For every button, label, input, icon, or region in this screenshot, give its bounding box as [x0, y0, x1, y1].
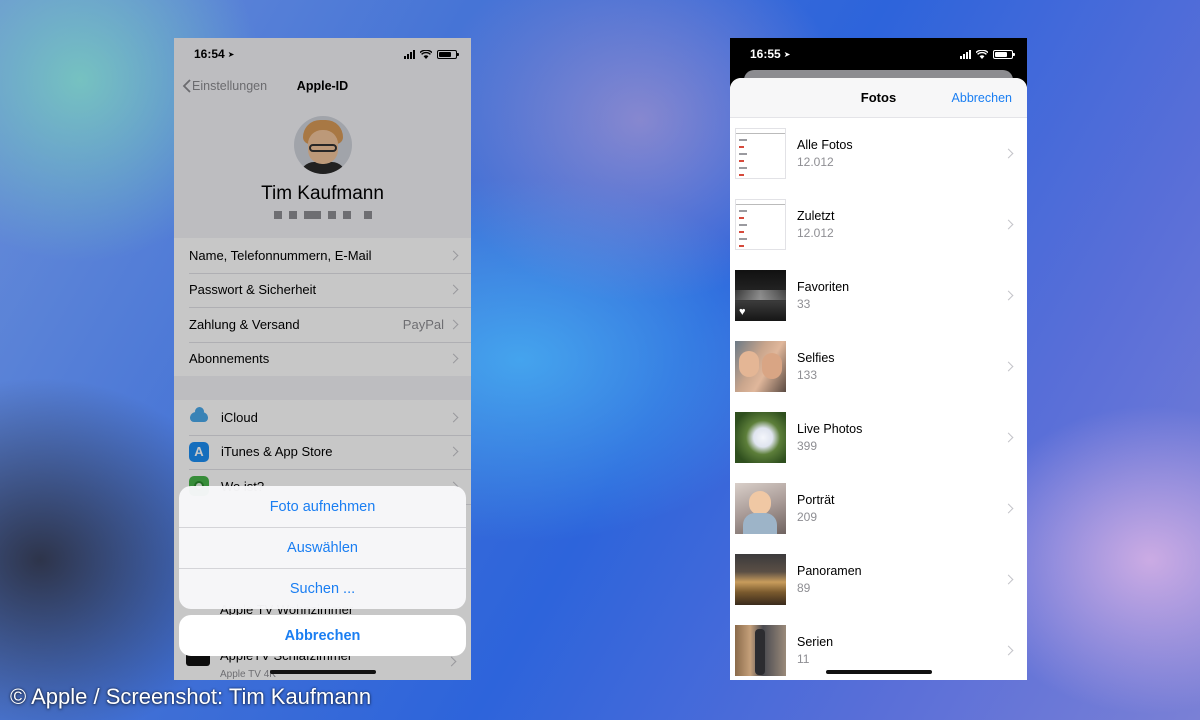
album-name: Zuletzt — [797, 209, 835, 223]
album-count: 89 — [797, 581, 811, 595]
album-thumbnail — [735, 412, 786, 463]
album-name: Porträt — [797, 493, 835, 507]
take-photo-button[interactable]: Foto aufnehmen — [179, 486, 466, 527]
album-count: 12.012 — [797, 226, 834, 240]
chevron-right-icon — [1003, 290, 1014, 301]
album-count: 11 — [797, 652, 810, 666]
chevron-right-icon — [1003, 574, 1014, 585]
chevron-right-icon — [1003, 219, 1014, 230]
wifi-icon — [976, 49, 988, 59]
album-count: 209 — [797, 510, 818, 524]
action-sheet: Foto aufnehmen Auswählen Suchen ... — [179, 486, 466, 609]
album-name: Favoriten — [797, 280, 850, 294]
modal-title: Fotos — [860, 90, 897, 105]
album-name: Selfies — [797, 351, 835, 365]
heart-icon: ♥ — [739, 306, 746, 318]
album-live-photos[interactable]: Live Photos 399 — [730, 402, 1027, 473]
album-count: 399 — [797, 439, 818, 453]
modal-header: Fotos Abbrechen — [730, 78, 1027, 118]
modal-cancel-button[interactable]: Abbrechen — [952, 78, 1012, 118]
chevron-right-icon — [1003, 503, 1014, 514]
cancel-sheet: Abbrechen — [179, 615, 466, 656]
album-recents[interactable]: Zuletzt 12.012 — [730, 189, 1027, 260]
search-photo-button[interactable]: Suchen ... — [179, 568, 466, 609]
album-name: Panoramen — [797, 564, 862, 578]
location-arrow-icon: ➤ — [783, 49, 791, 59]
album-favorites[interactable]: ♥ Favoriten 33 — [730, 260, 1027, 331]
left-phone-screen: 16:54 ➤ Einstellungen Apple-ID Tim Kaufma… — [174, 38, 471, 680]
home-indicator[interactable] — [825, 670, 932, 674]
album-thumbnail — [735, 128, 786, 179]
status-bar: 16:55 ➤ — [730, 38, 1027, 70]
album-thumbnail — [735, 341, 786, 392]
album-thumbnail: ♥ — [735, 270, 786, 321]
battery-icon — [993, 49, 1015, 59]
cellular-signal-icon — [960, 49, 971, 59]
choose-photo-button[interactable]: Auswählen — [179, 527, 466, 568]
photos-picker-modal: Fotos Abbrechen Alle Fotos 12.012 Zuletzt… — [730, 78, 1027, 680]
album-all-photos[interactable]: Alle Fotos 12.012 — [730, 118, 1027, 189]
album-thumbnail — [735, 625, 786, 676]
album-portrait[interactable]: Porträt 209 — [730, 473, 1027, 544]
album-selfies[interactable]: Selfies 133 — [730, 331, 1027, 402]
album-count: 133 — [797, 368, 818, 382]
cancel-button[interactable]: Abbrechen — [179, 615, 466, 656]
copyright-watermark: © Apple / Screenshot: Tim Kaufmann — [10, 684, 372, 709]
chevron-right-icon — [1003, 361, 1014, 372]
chevron-right-icon — [1003, 432, 1014, 443]
album-count: 12.012 — [797, 155, 834, 169]
album-name: Live Photos — [797, 422, 863, 436]
album-name: Alle Fotos — [797, 138, 853, 152]
album-thumbnail — [735, 554, 786, 605]
album-thumbnail — [735, 483, 786, 534]
chevron-right-icon — [1003, 148, 1014, 159]
home-indicator[interactable] — [269, 670, 376, 674]
chevron-right-icon — [1003, 645, 1014, 656]
album-thumbnail — [735, 199, 786, 250]
album-count: 33 — [797, 297, 811, 311]
right-phone-screen: 16:55 ➤ Fotos Abbrechen Alle Fotos 12.012 … — [730, 38, 1027, 680]
album-panoramas[interactable]: Panoramen 89 — [730, 544, 1027, 615]
status-time: 16:55 — [750, 47, 781, 61]
album-name: Serien — [797, 635, 834, 649]
